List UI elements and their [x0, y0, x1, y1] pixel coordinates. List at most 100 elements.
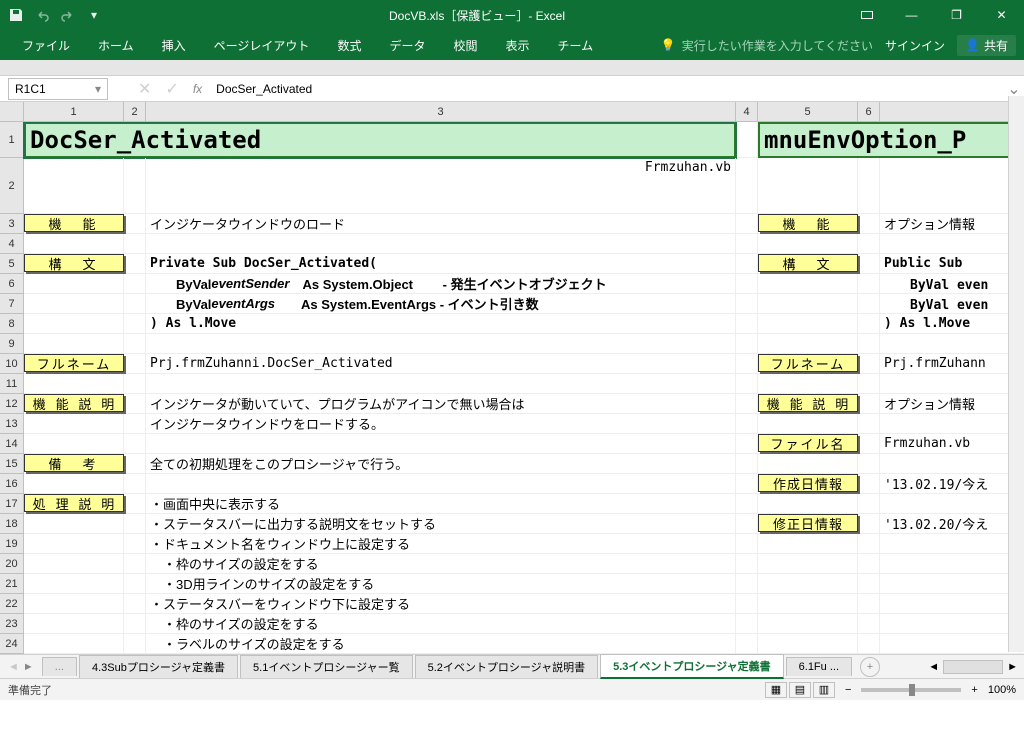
accept-formula-icon[interactable]: ✓: [165, 79, 178, 99]
cell[interactable]: [858, 434, 880, 453]
cell[interactable]: [758, 574, 858, 593]
cell[interactable]: [736, 122, 758, 157]
cell[interactable]: [124, 414, 146, 433]
cell[interactable]: [858, 394, 880, 413]
row-header[interactable]: 1: [0, 122, 23, 158]
save-icon[interactable]: [8, 7, 24, 23]
cell[interactable]: [880, 534, 1020, 553]
share-button[interactable]: 👤 共有: [957, 35, 1016, 56]
cell[interactable]: Prj.frmZuhann: [880, 354, 1020, 373]
scroll-left-icon[interactable]: ◄: [928, 661, 939, 673]
cell[interactable]: [736, 574, 758, 593]
col-header[interactable]: 6: [858, 102, 880, 121]
cell[interactable]: ByVal even: [880, 294, 1020, 313]
cell[interactable]: ・画面中央に表示する: [146, 494, 736, 513]
row-header[interactable]: 6: [0, 274, 23, 294]
cell[interactable]: [24, 274, 124, 293]
cell[interactable]: [124, 214, 146, 233]
tab-team[interactable]: チーム: [544, 30, 608, 60]
cell[interactable]: ・3D用ラインのサイズの設定をする: [146, 574, 736, 593]
cell-label[interactable]: 構 文: [24, 254, 124, 272]
row-header[interactable]: 18: [0, 514, 23, 534]
cell[interactable]: '13.02.19/今え: [880, 474, 1020, 493]
cell[interactable]: [24, 334, 124, 353]
cell[interactable]: [24, 614, 124, 633]
sheet-tab[interactable]: 5.1イベントプロシージャー覧: [240, 655, 413, 678]
cell[interactable]: [880, 594, 1020, 613]
cell[interactable]: [124, 374, 146, 393]
cell[interactable]: [758, 634, 858, 653]
cell[interactable]: [736, 394, 758, 413]
cell[interactable]: [858, 414, 880, 433]
sheet-tab[interactable]: 6.1Fu ...: [786, 657, 852, 676]
cell[interactable]: [736, 534, 758, 553]
cell-label[interactable]: 機 能: [24, 214, 124, 232]
select-all[interactable]: [0, 102, 24, 121]
sheet-tab[interactable]: 4.3Subプロシージャ定義書: [79, 655, 238, 678]
cell[interactable]: [758, 158, 858, 213]
cell[interactable]: [858, 158, 880, 213]
tab-file[interactable]: ファイル: [8, 30, 84, 60]
cell[interactable]: [758, 374, 858, 393]
cell[interactable]: '13.02.20/今え: [880, 514, 1020, 533]
cell[interactable]: [858, 354, 880, 373]
cell[interactable]: [736, 294, 758, 313]
col-header[interactable]: [880, 102, 1024, 121]
cell[interactable]: [124, 254, 146, 273]
cell[interactable]: インジケータウインドウをロードする。: [146, 414, 736, 433]
cell[interactable]: [736, 614, 758, 633]
tell-me-search[interactable]: 💡 実行したい作業を入力してください: [661, 37, 873, 54]
close-button[interactable]: ✕: [979, 0, 1024, 30]
cell[interactable]: [124, 614, 146, 633]
tab-home[interactable]: ホーム: [84, 30, 148, 60]
row-header[interactable]: 3: [0, 214, 23, 234]
cell[interactable]: [858, 514, 880, 533]
cell[interactable]: [858, 494, 880, 513]
row-header[interactable]: 11: [0, 374, 23, 394]
cell[interactable]: [124, 334, 146, 353]
cell[interactable]: [758, 494, 858, 513]
cell[interactable]: [736, 594, 758, 613]
zoom-in-button[interactable]: +: [971, 684, 977, 696]
cell-label[interactable]: 機 能 説 明: [24, 394, 124, 412]
cell[interactable]: [24, 414, 124, 433]
cell[interactable]: [24, 374, 124, 393]
cell[interactable]: [736, 214, 758, 233]
cell[interactable]: [146, 374, 736, 393]
cell[interactable]: [124, 354, 146, 373]
name-box[interactable]: R1C1 ▾: [8, 78, 108, 100]
new-sheet-button[interactable]: +: [860, 657, 880, 677]
cell[interactable]: [880, 634, 1020, 653]
cell-label[interactable]: 作成日情報: [758, 474, 858, 492]
cell[interactable]: [858, 214, 880, 233]
cell[interactable]: [880, 234, 1020, 253]
cell[interactable]: [736, 414, 758, 433]
cell[interactable]: [124, 394, 146, 413]
restore-button[interactable]: ❐: [934, 0, 979, 30]
cell[interactable]: [124, 274, 146, 293]
cell[interactable]: [736, 454, 758, 473]
cell[interactable]: ByVal eventSender As System.Object - 発生イ…: [146, 274, 736, 293]
cell[interactable]: [880, 374, 1020, 393]
view-pagebreak-button[interactable]: ▥: [813, 682, 835, 698]
row-header[interactable]: 22: [0, 594, 23, 614]
cell[interactable]: [858, 574, 880, 593]
cell[interactable]: [124, 594, 146, 613]
cell[interactable]: Frmzuhan.vb: [146, 158, 736, 213]
zoom-thumb[interactable]: [909, 684, 915, 696]
cell[interactable]: [758, 554, 858, 573]
sheet-tab-active[interactable]: 5.3イベントプロシージャ定義書: [600, 654, 784, 679]
scroll-right-icon[interactable]: ►: [1007, 661, 1018, 673]
row-header[interactable]: 13: [0, 414, 23, 434]
cell[interactable]: [146, 434, 736, 453]
cell[interactable]: [758, 274, 858, 293]
cell[interactable]: [124, 234, 146, 253]
row-header[interactable]: 15: [0, 454, 23, 474]
cell-grid[interactable]: DocSer_Activated mnuEnvOption_P Frmzuhan…: [24, 122, 1024, 654]
cell[interactable]: [24, 474, 124, 493]
row-header[interactable]: 9: [0, 334, 23, 354]
cell[interactable]: [758, 454, 858, 473]
view-pagelayout-button[interactable]: ▤: [789, 682, 811, 698]
cell[interactable]: [124, 534, 146, 553]
cell-label[interactable]: 備 考: [24, 454, 124, 472]
